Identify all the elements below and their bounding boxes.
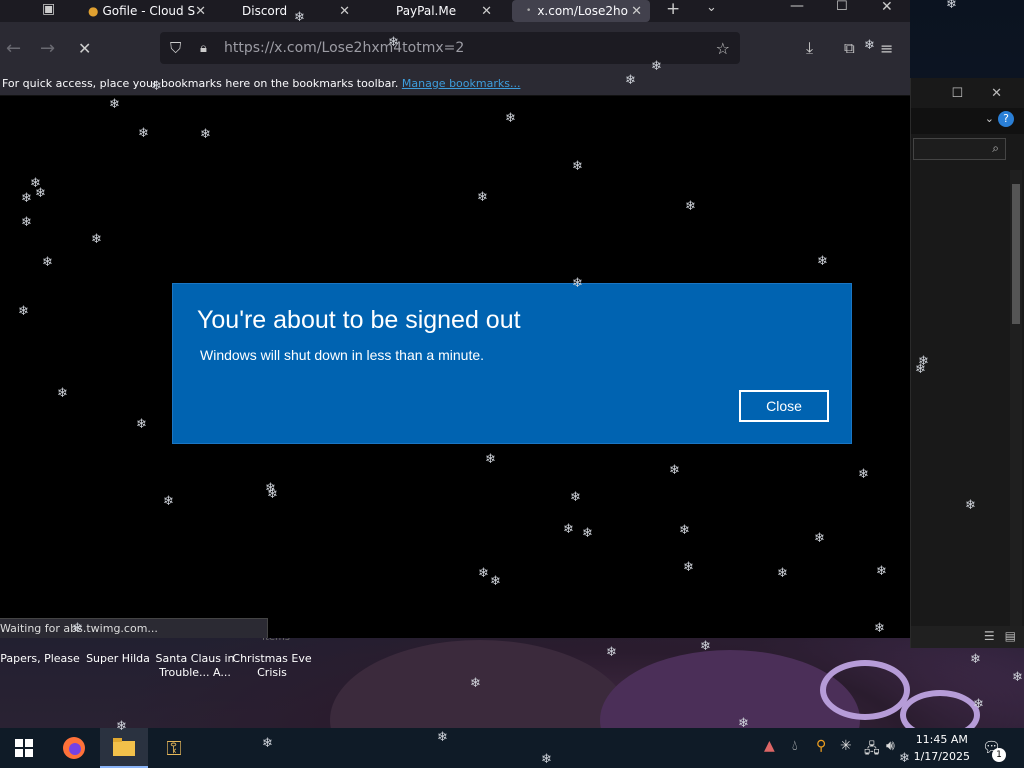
bookmarks-hint: For quick access, place your bookmarks h… [2,77,399,90]
desktop-icon-label: Super Hilda [86,652,150,665]
tab-label: Discord [242,4,288,18]
tray-search-icon[interactable]: ⚲ [816,738,826,754]
folder-icon [113,738,135,756]
bookmarks-toolbar: For quick access, place your bookmarks h… [0,74,910,96]
forward-icon[interactable]: → [40,38,55,59]
details-view-icon[interactable]: ☰ [984,629,995,648]
explorer-scrollbar[interactable] [1010,170,1022,630]
maximize-icon[interactable]: ☐ [836,0,848,14]
maximize-icon[interactable]: ☐ [951,86,963,101]
gofile-favicon-icon: ● [88,4,99,18]
shield-icon[interactable]: ⛉ [170,39,181,57]
tab-bar: ▣ ● Gofile - Cloud S ✕ Discord ✕ PayPal.… [0,0,910,22]
tab-label: Gofile - Cloud S [102,4,196,18]
scrollbar-thumb[interactable] [1012,184,1020,324]
close-tab-icon[interactable]: ✕ [195,4,206,19]
clock-date: 1/17/2025 [913,750,970,763]
tray-droplet-icon[interactable]: 💧︎ [792,738,798,754]
tray-bluetooth-icon[interactable]: ✳ [840,738,852,754]
status-bar: Waiting for abs.twimg.com... [0,618,268,638]
close-tab-icon[interactable]: ✕ [339,4,350,19]
dialog-message: Windows will shut down in less than a mi… [200,347,485,363]
explorer-titlebar: ☐ ✕ [911,78,1024,108]
clock[interactable]: 11:45 AM 1/17/2025 [914,731,970,765]
downloads-icon[interactable]: ⤓ [806,38,813,58]
explorer-statusbar: ☰ ▤ [911,626,1024,648]
chevron-down-icon[interactable]: ⌄ [985,112,994,125]
desktop-icon-super-hilda[interactable]: Super Hilda [78,652,158,666]
network-icon[interactable]: 🖧︎ [864,738,880,762]
desktop-icon-papers-please[interactable]: Papers, Please [0,652,80,666]
loading-dot-icon: • [526,6,532,16]
menu-icon[interactable]: ≡ [880,39,893,58]
extensions-icon[interactable]: ⧉ [844,39,855,57]
taskbar-app-keys[interactable]: ⚿ [150,728,198,768]
desktop-icon-christmas-eve-crisis[interactable]: Christmas Eve Crisis [232,652,312,680]
url-bar[interactable]: ⛉ 🔒︎ https://x.com/Lose2hxm4totmx=2 ☆ [160,32,740,64]
tab-label: PayPal.Me [396,4,457,18]
tab-x-com[interactable]: • x.com/Lose2ho ✕ [512,0,650,22]
bookmark-star-icon[interactable]: ☆ [716,39,730,58]
desktop-icon-label: Santa Claus in Trouble... A... [155,652,235,679]
lock-icon[interactable]: 🔒︎ [200,41,207,56]
start-button[interactable] [0,728,48,768]
manage-bookmarks-link[interactable]: Manage bookmarks... [402,77,521,90]
tab-gofile[interactable]: ● Gofile - Cloud S ✕ [88,0,210,22]
volume-icon[interactable]: 🔊︎ [886,738,895,754]
dialog-title: You're about to be signed out [197,306,521,334]
taskbar-file-explorer[interactable] [100,728,148,768]
close-tab-icon[interactable]: ✕ [481,4,492,19]
signout-dialog: You're about to be signed out Windows wi… [172,283,852,444]
list-tabs-icon[interactable]: ⌄ [706,0,717,15]
close-button[interactable]: Close [739,390,829,422]
desktop-icon-santa-claus[interactable]: Santa Claus in Trouble... A... [155,652,235,680]
tiles-view-icon[interactable]: ▤ [1005,629,1016,648]
tab-label: x.com/Lose2ho [537,4,628,18]
back-icon[interactable]: ← [6,38,21,59]
search-icon: ⌕ [992,141,999,155]
clock-time: 11:45 AM [915,733,968,746]
notification-badge: 1 [992,748,1006,762]
firefox-icon [63,737,85,759]
taskbar: ⚿ ▲ 💧︎ ⚲ ✳ 🖧︎ 🔊︎ 11:45 AM 1/17/2025 💬︎ 1 [0,728,1024,768]
tab-overview-icon[interactable]: ▣ [42,1,55,17]
desktop-icon-label: Papers, Please [0,652,80,665]
tab-discord[interactable]: Discord ✕ [238,0,354,22]
close-tab-icon[interactable]: ✕ [631,4,642,19]
explorer-window[interactable]: ☐ ✕ ⌄ ? ⌕ ☰ ▤ [910,78,1024,648]
close-window-icon[interactable]: ✕ [881,0,893,15]
windows-logo-icon [15,739,33,757]
close-icon[interactable]: ✕ [991,86,1002,101]
desktop-icon-label: Christmas Eve Crisis [232,652,312,679]
help-icon[interactable]: ? [998,111,1014,127]
tab-paypal[interactable]: PayPal.Me ✕ [396,0,496,22]
url-text[interactable]: https://x.com/Lose2hxm4totmx=2 [224,40,464,56]
navigation-bar: ← → ✕ ⛉ 🔒︎ https://x.com/Lose2hxm4totmx=… [0,22,910,74]
tray-app-icon[interactable]: ▲ [764,738,775,754]
explorer-search-input[interactable]: ⌕ [913,138,1006,160]
wallpaper-glasses [820,660,910,720]
new-tab-icon[interactable]: + [666,0,680,19]
minimize-icon[interactable]: — [790,0,804,14]
taskbar-firefox[interactable] [50,728,98,768]
keys-icon: ⚿ [166,736,182,760]
stop-loading-icon[interactable]: ✕ [78,39,91,58]
